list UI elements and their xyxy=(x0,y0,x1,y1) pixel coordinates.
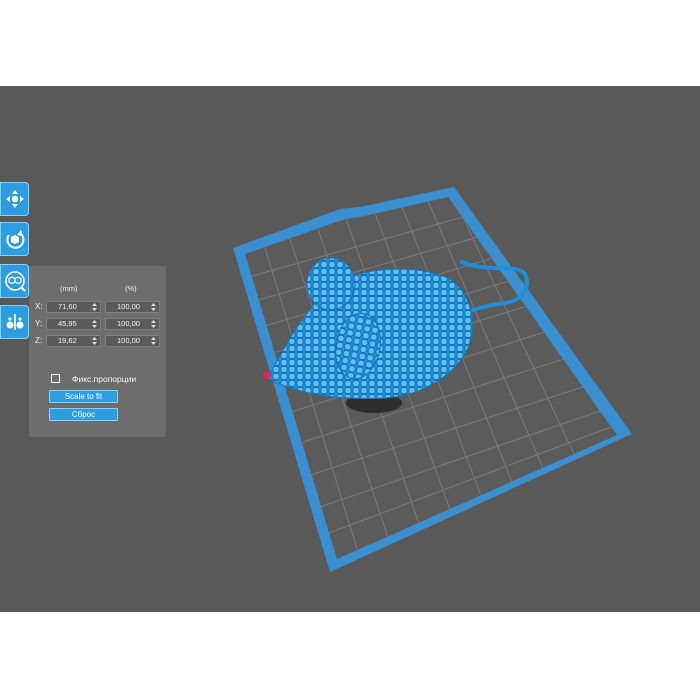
mouse-ear-back xyxy=(306,257,356,311)
reset-button[interactable]: Сброс xyxy=(49,408,118,421)
x-mm-value: 71,60 xyxy=(58,302,77,311)
percent-column-header: (%) xyxy=(125,284,137,293)
z-mm-value: 19,62 xyxy=(58,336,77,345)
3d-viewport[interactable]: (mm) (%) X: 71,60 100,00 Y: 45,95 100,00… xyxy=(0,86,700,612)
y-mm-spinbox[interactable]: 45,95 xyxy=(46,318,101,330)
x-percent-value: 100,00 xyxy=(117,302,140,311)
move-arrows-icon xyxy=(5,189,25,209)
x-percent-spinbox[interactable]: 100,00 xyxy=(105,301,160,313)
axis-x-label: X: xyxy=(35,302,43,311)
mouse-nose xyxy=(263,371,271,379)
scale-panel: (mm) (%) X: 71,60 100,00 Y: 45,95 100,00… xyxy=(29,266,166,437)
x-mm-spinbox[interactable]: 71,60 xyxy=(46,301,101,313)
z-percent-spinbox[interactable]: 100,00 xyxy=(105,335,160,347)
mm-column-header: (mm) xyxy=(60,284,78,293)
y-percent-value: 100,00 xyxy=(117,319,140,328)
rotate-cube-icon xyxy=(5,229,25,249)
scale-tool-button[interactable] xyxy=(0,264,29,298)
axis-z-label: Z: xyxy=(35,336,43,345)
axis-y-label: Y: xyxy=(35,319,43,328)
spin-arrows-icon[interactable] xyxy=(151,320,156,328)
scale-cube-icon xyxy=(4,270,26,292)
spin-arrows-icon[interactable] xyxy=(92,303,97,311)
spin-arrows-icon[interactable] xyxy=(151,337,156,345)
scale-to-fit-button[interactable]: Scale to fit xyxy=(49,390,118,403)
mirror-tool-button[interactable] xyxy=(0,305,29,339)
mirror-icon xyxy=(5,312,25,332)
y-mm-value: 45,95 xyxy=(58,319,77,328)
move-tool-button[interactable] xyxy=(0,182,29,216)
z-percent-value: 100,00 xyxy=(117,336,140,345)
lock-proportions-label: Фикс.пропорции xyxy=(72,374,137,384)
lock-proportions-checkbox[interactable] xyxy=(51,374,60,383)
z-mm-spinbox[interactable]: 19,62 xyxy=(46,335,101,347)
spin-arrows-icon[interactable] xyxy=(151,303,156,311)
y-percent-spinbox[interactable]: 100,00 xyxy=(105,318,160,330)
spin-arrows-icon[interactable] xyxy=(92,320,97,328)
spin-arrows-icon[interactable] xyxy=(92,337,97,345)
rotate-tool-button[interactable] xyxy=(0,222,29,256)
